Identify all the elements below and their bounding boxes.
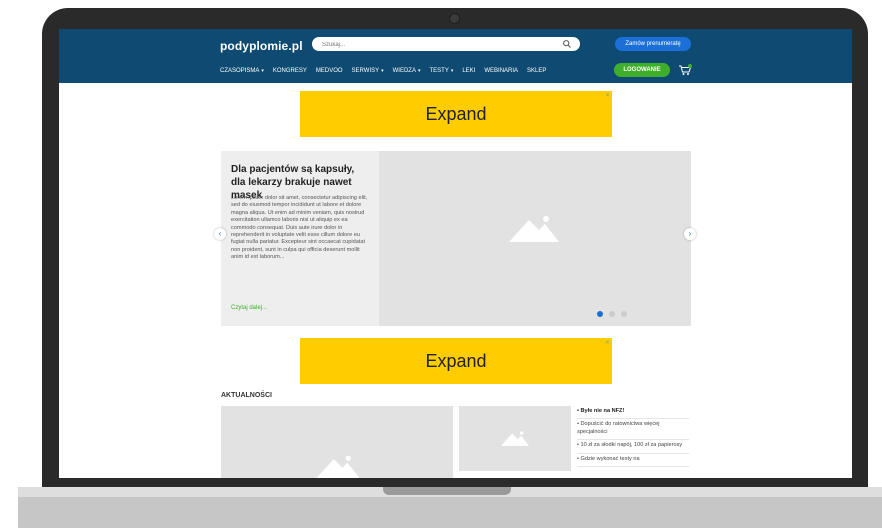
search-bar[interactable] bbox=[312, 37, 580, 51]
nav-item-label: WIEDZA bbox=[392, 68, 416, 74]
slider-dot[interactable] bbox=[597, 311, 603, 317]
image-placeholder-icon bbox=[509, 216, 559, 242]
news-list: • Byłe nie na NFZ! • Dopuścić do ratowni… bbox=[577, 406, 689, 468]
site-header: podyplomie.pl Zamów prenumeratę CZASOPIS… bbox=[59, 29, 852, 83]
slider-prev-icon[interactable]: ‹ bbox=[214, 228, 226, 240]
news-list-item[interactable]: • 10 zł za słodki napój, 100 zł za papie… bbox=[577, 440, 689, 454]
screen: podyplomie.pl Zamów prenumeratę CZASOPIS… bbox=[59, 29, 852, 478]
news-item-title: Dopuścić do ratownictwa więcej specjalno… bbox=[577, 421, 660, 435]
nav-item-testy[interactable]: TESTY ▾ bbox=[429, 68, 453, 74]
nav-item-webinaria[interactable]: WEBINARIA bbox=[484, 68, 518, 74]
caret-down-icon: ▾ bbox=[261, 68, 264, 74]
nav-item-label: TESTY bbox=[429, 68, 449, 74]
camera-icon bbox=[449, 13, 460, 24]
slide-text-panel: Dla pacjentów są kapsuły, dla lekarzy br… bbox=[221, 151, 379, 326]
news-list-item[interactable]: • Gdzie wykonać testy na bbox=[577, 454, 689, 468]
slider-dot[interactable] bbox=[621, 311, 627, 317]
ad-expand-label: Expand bbox=[425, 351, 487, 371]
nav-item-wiedza[interactable]: WIEDZA ▾ bbox=[393, 68, 421, 74]
nav-item-serwisy[interactable]: SERWISY ▾ bbox=[352, 68, 384, 74]
caret-down-icon: ▾ bbox=[381, 68, 384, 74]
slide-image[interactable] bbox=[379, 151, 691, 326]
site-logo[interactable]: podyplomie.pl bbox=[220, 39, 303, 53]
nav-item-sklep[interactable]: SKLEP bbox=[527, 68, 546, 74]
slide-excerpt: Lorem ipsum dolor sit amet, consectetur … bbox=[231, 195, 368, 261]
nav-item-label: LEKI bbox=[462, 68, 476, 74]
ad-close-icon[interactable]: ✕ bbox=[605, 339, 610, 346]
news-item-title: Byłe nie na NFZ! bbox=[580, 408, 625, 414]
image-placeholder-icon bbox=[501, 431, 529, 446]
cart-icon[interactable] bbox=[678, 64, 692, 76]
slider-next-icon[interactable]: › bbox=[684, 228, 696, 240]
nav-item-leki[interactable]: LEKI bbox=[462, 68, 475, 74]
news-heading: AKTUALNOŚCI bbox=[221, 392, 272, 399]
laptop-notch bbox=[383, 487, 511, 495]
laptop-base bbox=[18, 497, 882, 528]
nav-item-czasopisma[interactable]: CZASOPISMA ▾ bbox=[220, 68, 264, 74]
nav-item-label: MEDVOO bbox=[315, 68, 343, 74]
slider-dot[interactable] bbox=[609, 311, 615, 317]
nav-item-label: SERWISY bbox=[351, 68, 380, 74]
news-item-title: Gdzie wykonać testy na bbox=[580, 455, 640, 462]
slider-dots bbox=[597, 311, 627, 317]
ad-close-icon[interactable]: ✕ bbox=[605, 92, 610, 99]
subscribe-button[interactable]: Zamów prenumeratę bbox=[615, 37, 691, 51]
main-nav: CZASOPISMA ▾ KONGRESY MEDVOO SERWISY ▾ WIE… bbox=[220, 66, 555, 76]
ad-banner-bottom[interactable]: Expand ✕ bbox=[300, 338, 612, 384]
login-button[interactable]: LOGOWANIE bbox=[614, 63, 670, 77]
news-list-item[interactable]: • Dopuścić do ratownictwa więcej specjal… bbox=[577, 419, 689, 441]
nav-item-label: KONGRESY bbox=[272, 68, 307, 74]
news-secondary-image[interactable] bbox=[459, 406, 571, 471]
image-placeholder-icon bbox=[316, 455, 360, 478]
news-list-item[interactable]: • Byłe nie na NFZ! bbox=[577, 406, 689, 420]
nav-item-label: WEBINARIA bbox=[484, 68, 519, 74]
nav-item-label: SKLEP bbox=[527, 68, 547, 74]
search-icon[interactable] bbox=[562, 39, 572, 49]
nav-item-medvoo[interactable]: MEDVOO bbox=[316, 68, 343, 74]
caret-down-icon: ▾ bbox=[417, 68, 421, 74]
news-item-title: 10 zł za słodki napój, 100 zł za papiero… bbox=[580, 442, 683, 449]
ad-banner-top[interactable]: Expand ✕ bbox=[300, 91, 612, 137]
caret-down-icon: ▾ bbox=[450, 68, 454, 74]
news-main-image[interactable] bbox=[221, 406, 453, 478]
search-input[interactable] bbox=[322, 39, 552, 50]
featured-slider: Dla pacjentów są kapsuły, dla lekarzy br… bbox=[221, 151, 691, 326]
read-more-link[interactable]: Czytaj dalej... bbox=[231, 305, 267, 311]
ad-expand-label: Expand bbox=[425, 104, 487, 124]
nav-item-kongresy[interactable]: KONGRESY bbox=[273, 68, 307, 74]
nav-item-label: CZASOPISMA bbox=[220, 68, 260, 74]
